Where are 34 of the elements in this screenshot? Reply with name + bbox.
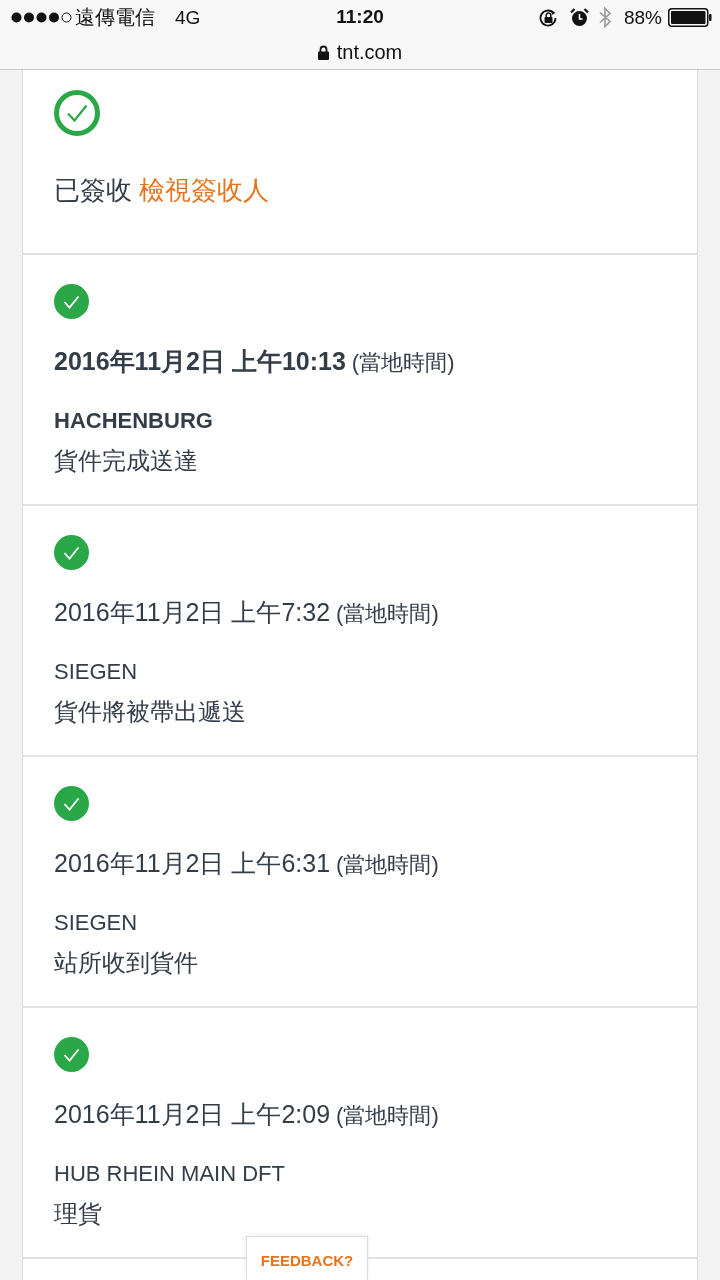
event-datetime: 2016年11月2日 上午10:13 — [54, 346, 346, 377]
check-circle-icon — [54, 284, 89, 319]
event-location: HACHENBURG — [54, 407, 214, 435]
network-type: 4G — [175, 6, 201, 29]
check-circle-icon — [54, 786, 89, 821]
rotation-lock-icon — [537, 7, 559, 28]
check-circle-icon — [54, 90, 100, 136]
carrier-name: 遠傳電信 — [75, 5, 155, 30]
signal-strength-icon — [11, 12, 73, 23]
event-datetime: 2016年11月2日 上午2:09 — [54, 1099, 331, 1130]
event-description: 貨件將被帶出遞送 — [54, 698, 247, 726]
check-circle-icon — [54, 1037, 89, 1072]
url-text[interactable]: tnt.com — [336, 40, 403, 64]
check-circle-icon — [54, 535, 89, 570]
timezone-note: (當地時間) — [336, 851, 439, 879]
event-location: SIEGEN — [54, 658, 139, 686]
clock-time: 11:20 — [336, 6, 384, 28]
view-signer-link[interactable]: 檢視簽收人 — [139, 175, 270, 205]
event-location: SIEGEN — [54, 909, 139, 937]
event-datetime: 2016年11月2日 上午7:32 — [54, 597, 331, 628]
event-description: 貨件完成送達 — [54, 447, 199, 475]
delivery-status-text: 已簽收 — [54, 175, 132, 205]
timezone-note: (當地時間) — [336, 1102, 439, 1130]
battery-percentage: 88% — [623, 6, 662, 29]
event-datetime: 2016年11月2日 上午6:31 — [54, 848, 331, 879]
event-description: 理貨 — [54, 1200, 103, 1228]
timezone-note: (當地時間) — [336, 600, 439, 628]
timezone-note: (當地時間) — [351, 349, 455, 377]
bluetooth-icon — [597, 6, 613, 29]
feedback-button[interactable]: FEEDBACK? — [246, 1236, 368, 1280]
event-description: 站所收到貨件 — [54, 949, 199, 977]
battery-icon — [668, 8, 712, 27]
event-location: HUB RHEIN MAIN DFT — [54, 1160, 286, 1188]
alarm-clock-icon — [569, 8, 589, 27]
